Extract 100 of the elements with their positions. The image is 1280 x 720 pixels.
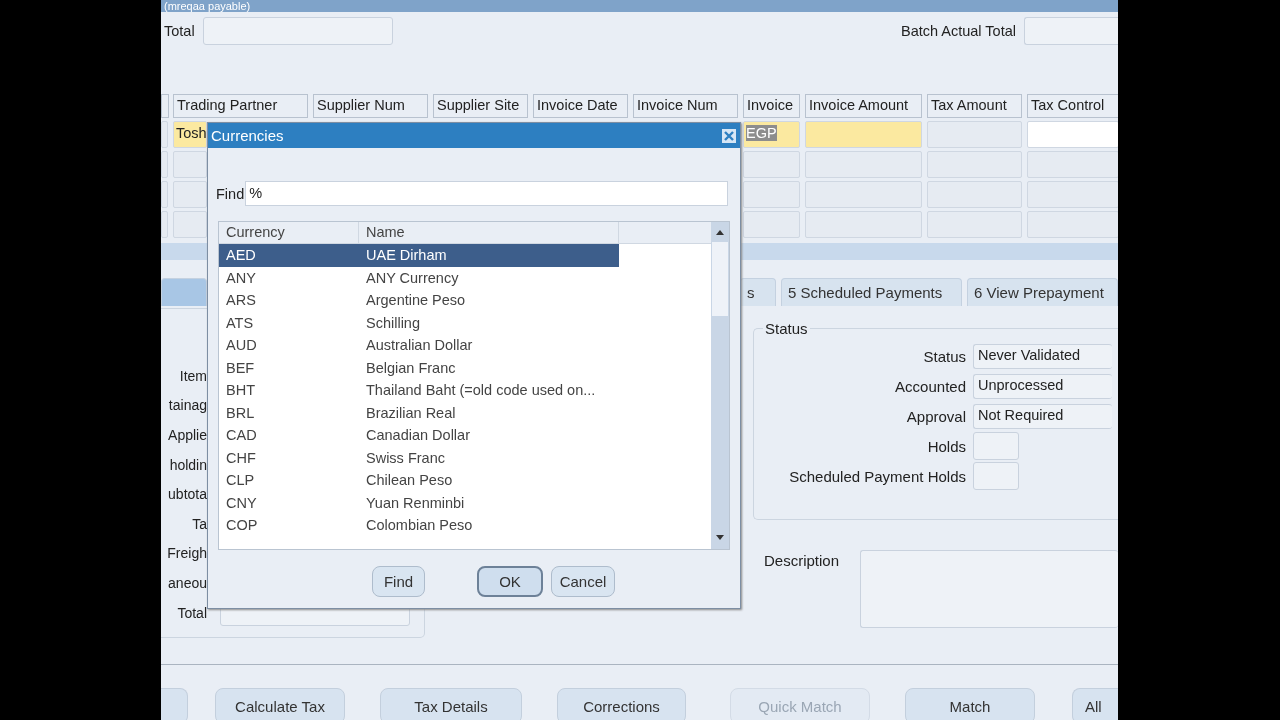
- table-cell[interactable]: [1027, 181, 1118, 208]
- field-label: Total: [163, 23, 196, 39]
- button[interactable]: [161, 688, 188, 720]
- field-label: Applie: [167, 427, 207, 443]
- group-title: Status: [764, 320, 809, 337]
- column-header: Tax Amount: [927, 94, 1022, 118]
- table-cell[interactable]: [1027, 211, 1118, 238]
- list-cell-text: Canadian Dollar: [365, 427, 470, 444]
- list-cell-text: ANY Currency: [365, 269, 459, 286]
- table-cell[interactable]: [927, 121, 1022, 148]
- list-row[interactable]: BHT Thailand Baht (=old code used on...: [219, 379, 619, 402]
- close-icon[interactable]: [722, 128, 736, 143]
- column-header: Currency: [219, 222, 359, 243]
- tab[interactable]: s: [740, 278, 776, 306]
- text-field[interactable]: Not Required: [973, 403, 1112, 429]
- table-cell[interactable]: [173, 181, 207, 208]
- list-row[interactable]: CHF Swiss Franc: [219, 446, 619, 469]
- tab[interactable]: 6 View Prepayment: [967, 278, 1118, 306]
- column-header: Tax Control: [1027, 94, 1118, 118]
- column-header: Name: [359, 222, 619, 243]
- list-cell-text: BHT: [225, 382, 256, 399]
- button[interactable]: Tax Details: [380, 688, 522, 720]
- table-cell[interactable]: Tosh: [173, 121, 207, 148]
- text-field[interactable]: Unprocessed: [973, 373, 1112, 399]
- list-cell-text: ARS: [225, 292, 257, 309]
- table-cell[interactable]: [743, 151, 800, 178]
- table-cell[interactable]: [161, 211, 168, 238]
- table-cell[interactable]: [743, 211, 800, 238]
- field-label: Accounted: [894, 377, 967, 395]
- list-row[interactable]: AED UAE Dirham: [219, 244, 619, 267]
- field-label: Approval: [905, 407, 967, 425]
- list-cell-text: AED: [225, 247, 257, 264]
- window-title: (mreqaa payable): [163, 0, 251, 12]
- list-row[interactable]: COP Colombian Peso: [219, 514, 619, 537]
- list-cell-text: Brazilian Real: [365, 404, 456, 421]
- list-row[interactable]: BRL Brazilian Real: [219, 401, 619, 424]
- field-label: Total: [176, 604, 207, 621]
- field-label: Batch Actual Total: [900, 23, 1017, 39]
- table-cell[interactable]: [805, 181, 922, 208]
- table-cell[interactable]: [173, 151, 207, 178]
- list-cell-text: Belgian Franc: [365, 359, 456, 376]
- tab[interactable]: [161, 278, 207, 306]
- list-row[interactable]: CLP Chilean Peso: [219, 469, 619, 492]
- list-row[interactable]: ATS Schilling: [219, 311, 619, 334]
- field-label: tainag: [167, 397, 207, 414]
- table-cell[interactable]: [161, 121, 168, 148]
- column-header: Supplier Num: [313, 94, 428, 118]
- list-row[interactable]: ANY ANY Currency: [219, 266, 619, 289]
- list-row[interactable]: BEF Belgian Franc: [219, 356, 619, 379]
- button[interactable]: Find: [372, 566, 425, 597]
- list-cell-text: AUD: [225, 337, 258, 354]
- find-field[interactable]: %: [245, 181, 729, 206]
- button[interactable]: All: [1072, 688, 1118, 720]
- column-header: Invoice Amount: [805, 94, 922, 118]
- table-cell[interactable]: [927, 211, 1022, 238]
- table-cell[interactable]: [805, 121, 922, 148]
- list-cell-text: CHF: [225, 449, 257, 466]
- table-cell[interactable]: [805, 211, 922, 238]
- list-cell-text: COP: [225, 517, 259, 534]
- table-cell[interactable]: [173, 211, 207, 238]
- table-cell[interactable]: [927, 151, 1022, 178]
- button[interactable]: Corrections: [557, 688, 686, 720]
- list-row[interactable]: CNY Yuan Renminbi: [219, 491, 619, 514]
- field-label: Item: [178, 367, 207, 384]
- list-row[interactable]: AUD Australian Dollar: [219, 334, 619, 357]
- list-cell-text: Australian Dollar: [365, 337, 473, 354]
- button[interactable]: Cancel: [551, 566, 615, 597]
- tab[interactable]: 5 Scheduled Payments: [781, 278, 962, 306]
- text-field[interactable]: [973, 432, 1019, 460]
- field-label: aneou: [167, 574, 207, 591]
- field-label: ubtota: [167, 486, 207, 503]
- field-label: Freigh: [166, 545, 207, 562]
- table-cell[interactable]: [1027, 151, 1118, 178]
- list-cell-text: Yuan Renminbi: [365, 494, 465, 511]
- button[interactable]: Match: [905, 688, 1035, 720]
- field-label: Find: [216, 185, 246, 202]
- table-cell[interactable]: [1027, 121, 1118, 148]
- table-cell[interactable]: [161, 151, 168, 178]
- scroll-bar[interactable]: [711, 222, 729, 549]
- text-field[interactable]: [973, 462, 1019, 490]
- list-cell-text: BRL: [225, 404, 256, 421]
- button[interactable]: OK: [477, 566, 543, 597]
- button[interactable]: Calculate Tax: [215, 688, 345, 720]
- table-cell[interactable]: [743, 181, 800, 208]
- list-cell-text: CLP: [225, 472, 256, 489]
- column-header: Invoice Date: [533, 94, 628, 118]
- table-cell[interactable]: [927, 181, 1022, 208]
- text-field[interactable]: Never Validated: [973, 343, 1112, 369]
- total-field[interactable]: [202, 17, 393, 45]
- list-row[interactable]: ARS Argentine Peso: [219, 289, 619, 312]
- list-cell-text: Schilling: [365, 314, 420, 331]
- dialog-title: Currencies: [211, 127, 284, 144]
- table-cell[interactable]: [161, 181, 168, 208]
- list-cell-text: Swiss Franc: [365, 449, 445, 466]
- list-row[interactable]: CAD Canadian Dollar: [219, 424, 619, 447]
- batch-total-field[interactable]: [1024, 17, 1118, 45]
- table-cell[interactable]: [805, 151, 922, 178]
- list-cell-text: ATS: [225, 314, 255, 331]
- description-field[interactable]: [860, 550, 1118, 628]
- column-header: Supplier Site: [433, 94, 528, 118]
